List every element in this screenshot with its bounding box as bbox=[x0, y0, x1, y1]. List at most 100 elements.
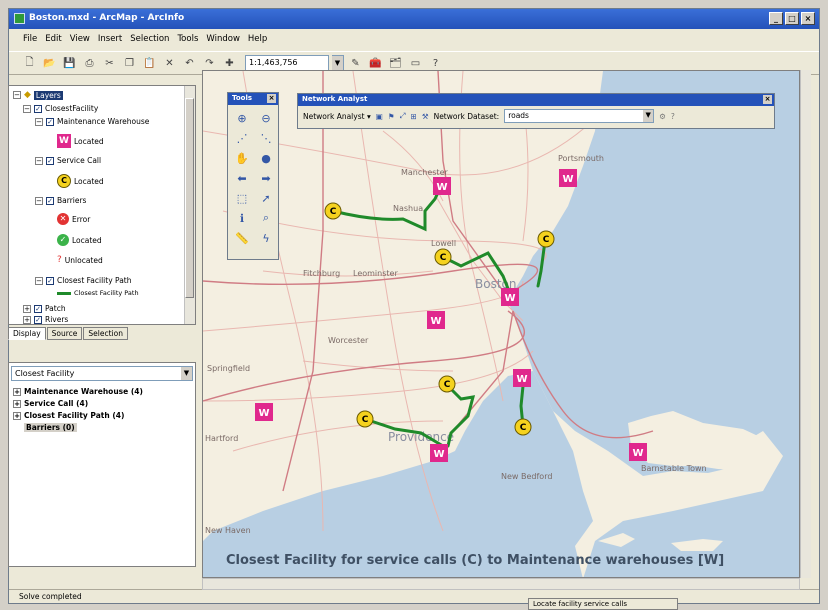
arctoolbox-icon[interactable]: 🧰 bbox=[367, 55, 384, 72]
menu-insert[interactable]: Insert bbox=[98, 31, 122, 47]
command-line-icon[interactable]: ▭ bbox=[407, 55, 424, 72]
na-toolbar-title-bar[interactable]: Network Analyst × bbox=[298, 94, 774, 106]
toc-row[interactable]: + ✓ Rivers bbox=[23, 315, 68, 324]
collapse-icon[interactable]: − bbox=[35, 117, 43, 126]
undo-icon[interactable]: ↶ bbox=[181, 55, 198, 72]
paste-icon[interactable]: 📋 bbox=[141, 55, 158, 72]
layer-checkbox[interactable]: ✓ bbox=[46, 276, 54, 285]
tab-source[interactable]: Source bbox=[46, 327, 83, 340]
layer-checkbox[interactable]: ✓ bbox=[34, 304, 42, 313]
build-network-icon[interactable]: ⚒ bbox=[422, 112, 429, 121]
close-icon[interactable]: × bbox=[763, 95, 772, 104]
add-data-icon[interactable]: ✚ bbox=[221, 55, 238, 72]
na-class-item[interactable]: + Maintenance Warehouse (4) bbox=[13, 387, 143, 396]
select-features-icon[interactable]: ⬚ bbox=[232, 189, 252, 207]
map-canvas[interactable]: Portsmouth Manchester Nashua Lowell Bost… bbox=[203, 71, 800, 578]
layer-checkbox[interactable]: ✓ bbox=[46, 117, 54, 126]
menu-view[interactable]: View bbox=[70, 31, 90, 47]
expand-icon[interactable]: + bbox=[13, 399, 21, 408]
layer-checkbox[interactable]: ✓ bbox=[46, 156, 54, 165]
toc-scroll-thumb[interactable] bbox=[185, 98, 194, 298]
redo-icon[interactable]: ↷ bbox=[201, 55, 218, 72]
collapse-icon[interactable]: − bbox=[35, 156, 43, 165]
toc-row[interactable]: − ✓ Maintenance Warehouse bbox=[35, 117, 149, 126]
menu-edit[interactable]: Edit bbox=[45, 31, 61, 47]
collapse-icon[interactable]: − bbox=[35, 276, 43, 285]
create-location-icon[interactable]: ⚑ bbox=[388, 112, 395, 121]
toc-row[interactable]: − ✓ Service Call bbox=[35, 156, 101, 165]
toc-row[interactable]: − ◆ Layers bbox=[13, 90, 63, 100]
toc-row[interactable]: − ✓ Closest Facility Path bbox=[35, 276, 132, 285]
maximize-button[interactable]: □ bbox=[785, 12, 799, 25]
na-class-item[interactable]: Barriers (0) bbox=[24, 423, 77, 432]
minimize-button[interactable]: _ bbox=[769, 12, 783, 25]
tab-display[interactable]: Display bbox=[8, 327, 46, 340]
fixed-zoom-in-icon[interactable]: ⋰ bbox=[232, 129, 252, 147]
solve-icon[interactable]: ⊞ bbox=[411, 112, 417, 121]
dropdown-arrow-icon[interactable]: ▼ bbox=[181, 367, 192, 380]
map-vertical-scrollbar[interactable] bbox=[800, 70, 811, 578]
expand-icon[interactable]: + bbox=[23, 304, 31, 313]
tab-selection[interactable]: Selection bbox=[83, 327, 128, 340]
select-move-location-icon[interactable]: ⤢ bbox=[400, 111, 406, 121]
whats-this-icon[interactable]: ? bbox=[427, 55, 444, 72]
expand-icon[interactable]: + bbox=[13, 411, 21, 420]
arccatalog-icon[interactable]: 🗂 bbox=[387, 55, 404, 72]
options-icon[interactable]: ⚙ bbox=[659, 112, 666, 121]
dropdown-arrow-icon[interactable]: ▼ bbox=[643, 110, 654, 122]
toc-row[interactable]: + ✓ Patch bbox=[23, 304, 66, 313]
editor-toolbar-icon[interactable]: ✎ bbox=[347, 55, 364, 72]
forward-icon[interactable]: ➡ bbox=[256, 169, 276, 187]
toc-row[interactable]: − ✓ Barriers bbox=[35, 196, 86, 205]
map-horizontal-scrollbar[interactable] bbox=[202, 578, 800, 590]
select-elements-icon[interactable]: ➚ bbox=[256, 189, 276, 207]
delete-icon[interactable]: ✕ bbox=[161, 55, 178, 72]
save-icon[interactable]: 💾 bbox=[61, 55, 78, 72]
open-folder-icon[interactable]: 📂 bbox=[41, 55, 58, 72]
collapse-icon[interactable]: − bbox=[23, 104, 31, 113]
identify-icon[interactable]: ℹ bbox=[232, 209, 252, 227]
zoom-in-icon[interactable]: ⊕ bbox=[232, 109, 252, 127]
menu-tools[interactable]: Tools bbox=[177, 31, 198, 47]
print-icon[interactable]: ⎙ bbox=[81, 55, 98, 72]
na-class-item[interactable]: + Service Call (4) bbox=[13, 399, 88, 408]
layer-checkbox[interactable]: ✓ bbox=[46, 196, 54, 205]
scale-dropdown-arrow-icon[interactable]: ▼ bbox=[332, 55, 344, 71]
menu-help[interactable]: Help bbox=[248, 31, 267, 47]
map-display[interactable]: Portsmouth Manchester Nashua Lowell Bost… bbox=[202, 70, 800, 578]
tools-title-bar[interactable]: Tools × bbox=[228, 93, 278, 105]
collapse-icon[interactable]: − bbox=[35, 196, 43, 205]
close-icon[interactable]: × bbox=[267, 94, 276, 103]
zoom-out-icon[interactable]: ⊖ bbox=[256, 109, 276, 127]
toc-scrollbar[interactable] bbox=[184, 86, 195, 324]
find-icon[interactable]: ⌕ bbox=[256, 209, 276, 227]
pan-icon[interactable]: ✋ bbox=[232, 149, 252, 167]
expand-icon[interactable]: + bbox=[13, 387, 21, 396]
menu-selection[interactable]: Selection bbox=[130, 31, 169, 47]
toc-label: Patch bbox=[45, 304, 66, 313]
na-class-item[interactable]: + Closest Facility Path (4) bbox=[13, 411, 124, 420]
toc-row[interactable]: − ✓ ClosestFacility bbox=[23, 104, 98, 113]
copy-icon[interactable]: ❐ bbox=[121, 55, 138, 72]
hyperlink-icon[interactable]: ϟ bbox=[256, 229, 276, 247]
expand-icon[interactable]: + bbox=[23, 315, 31, 324]
layer-checkbox[interactable]: ✓ bbox=[34, 315, 42, 324]
network-analyst-menu[interactable]: Network Analyst ▾ bbox=[303, 112, 371, 121]
help-icon[interactable]: ? bbox=[671, 112, 675, 121]
map-scale-input[interactable]: 1:1,463,756 bbox=[245, 55, 329, 71]
measure-icon[interactable]: 📏 bbox=[232, 229, 252, 247]
network-dataset-select[interactable]: roads ▼ bbox=[504, 109, 655, 123]
analysis-layer-select[interactable]: Closest Facility ▼ bbox=[11, 366, 193, 381]
fixed-zoom-out-icon[interactable]: ⋱ bbox=[256, 129, 276, 147]
menu-window[interactable]: Window bbox=[206, 31, 240, 47]
na-window-icon[interactable]: ▣ bbox=[376, 112, 383, 121]
collapse-icon[interactable]: − bbox=[13, 91, 21, 99]
title-bar: Boston.mxd - ArcMap - ArcInfo _ □ × bbox=[9, 9, 819, 29]
menu-file[interactable]: File bbox=[23, 31, 37, 47]
cut-icon[interactable]: ✂ bbox=[101, 55, 118, 72]
full-extent-icon[interactable]: ● bbox=[256, 149, 276, 167]
back-icon[interactable]: ⬅ bbox=[232, 169, 252, 187]
new-document-icon[interactable]: 🗋 bbox=[21, 55, 38, 72]
layer-checkbox[interactable]: ✓ bbox=[34, 104, 42, 113]
close-button[interactable]: × bbox=[801, 12, 815, 25]
